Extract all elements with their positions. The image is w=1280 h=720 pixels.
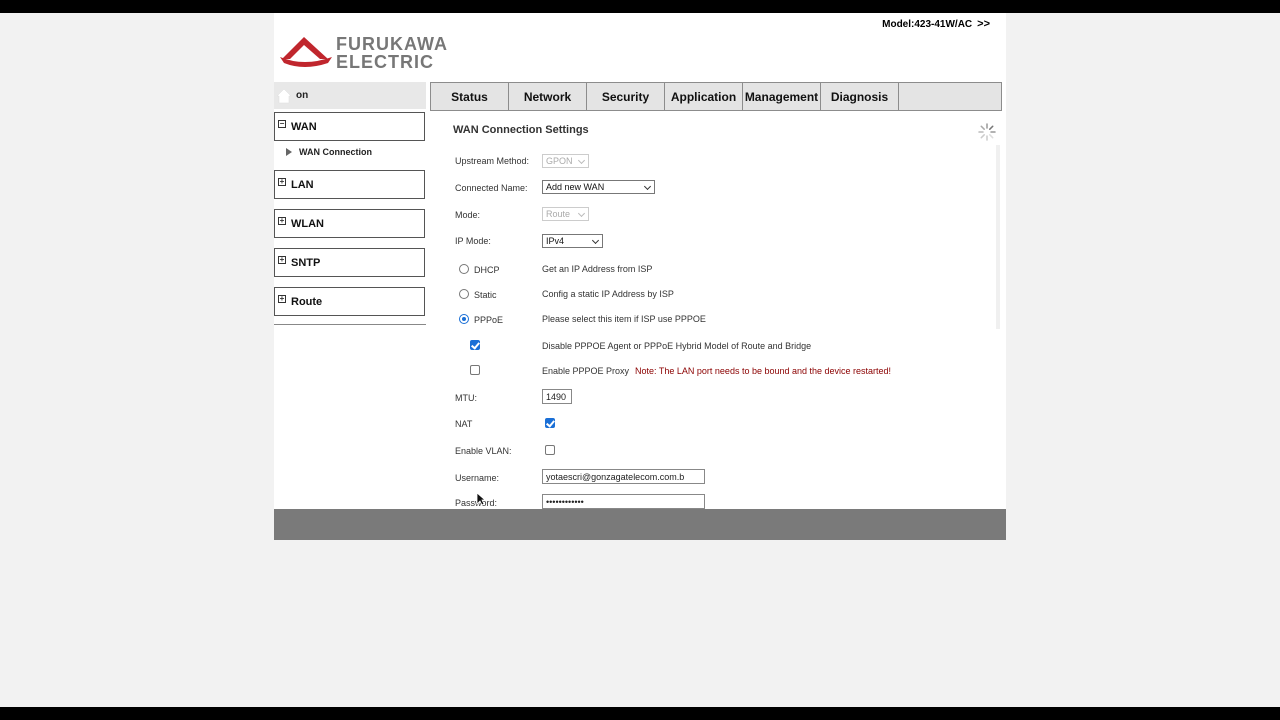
mode-label: Mode: [455,210,481,220]
chevron-down-icon [591,236,600,245]
mode-select: Route [542,207,589,221]
triangle-right-icon [286,148,292,156]
enable-pppoe-proxy-text: Enable PPPOE Proxy [542,366,630,376]
plus-box-icon: + [278,216,286,225]
top-black-bar [0,0,1280,13]
proxy-note: Note: The LAN port needs to be bound and… [635,366,892,376]
tab-application[interactable]: Application [665,83,743,110]
chevron-down-icon [577,209,586,218]
scrollbar[interactable] [996,145,1000,329]
nat-checkbox[interactable] [545,418,555,428]
router-admin-page: FURUKAWA ELECTRIC Model:423-41W/AC >> on … [274,13,1006,540]
sidebar-item-wlan[interactable]: + WLAN [274,209,425,238]
pppoe-label: PPPoE [474,315,504,325]
plus-box-icon: + [278,255,286,264]
bottom-black-bar [0,707,1280,720]
footer-bar [274,509,1006,540]
pppoe-radio[interactable] [459,314,469,324]
tab-status[interactable]: Status [431,83,509,110]
dhcp-label: DHCP [474,265,500,275]
sidebar-subitem-wan-connection[interactable]: WAN Connection [286,147,372,157]
nat-label: NAT [455,419,473,429]
tab-management[interactable]: Management [743,83,821,110]
logo-mark-icon [280,37,332,67]
sidebar-item-route[interactable]: + Route [274,287,425,316]
sidebar-header: on [274,82,426,109]
dhcp-description: Get an IP Address from ISP [542,264,653,274]
password-input[interactable]: •••••••••••• [542,494,705,509]
furukawa-logo: FURUKAWA ELECTRIC [278,33,458,73]
sidebar-item-label: LAN [291,179,314,191]
sidebar-item-label: Route [291,296,323,308]
sidebar-header-label: on [296,90,309,101]
upstream-method-select: GPON [542,154,589,168]
home-icon[interactable] [276,88,292,104]
mtu-label: MTU: [455,393,477,403]
enable-pppoe-proxy-checkbox[interactable] [470,365,480,375]
enable-pppoe-proxy-label: Enable PPPOE Proxy Note: The LAN port nee… [542,366,891,376]
mouse-cursor-icon [476,492,486,506]
static-label: Static [474,290,497,300]
connected-name-select[interactable]: Add new WAN [542,180,655,194]
model-text: Model:423-41W/AC [882,19,973,30]
connected-name-label: Connected Name: [455,183,528,193]
mtu-input[interactable]: 1490 [542,389,572,404]
sidebar-item-label: WLAN [291,218,324,230]
ip-mode-select[interactable]: IPv4 [542,234,603,248]
ip-mode-value: IPv4 [546,236,565,246]
username-label: Username: [455,473,500,483]
static-radio[interactable] [459,289,469,299]
enable-vlan-checkbox[interactable] [545,445,555,455]
tab-diagnosis[interactable]: Diagnosis [821,83,899,110]
brand-line-1: FURUKAWA [336,34,448,54]
disable-pppoe-agent-label: Disable PPPOE Agent or PPPoE Hybrid Mode… [542,341,812,351]
sidebar-divider [274,324,426,325]
plus-box-icon: + [278,294,286,303]
mode-value: Route [546,209,571,219]
connected-name-value: Add new WAN [546,182,605,192]
sidebar-item-lan[interactable]: + LAN [274,170,425,199]
model-label: Model:423-41W/AC >> [882,18,990,30]
upstream-method-label: Upstream Method: [455,156,530,166]
wan-settings-panel: WAN Connection Settings Upstream Method:… [430,111,1002,509]
username-input[interactable]: yotaescri@gonzagatelecom.com.b [542,469,705,484]
enable-vlan-label: Enable VLAN: [455,446,512,456]
upstream-method-value: GPON [546,156,573,166]
chevron-down-icon [643,182,652,191]
disable-pppoe-agent-checkbox[interactable] [470,340,480,350]
static-description: Config a static IP Address by ISP [542,289,674,299]
tab-network[interactable]: Network [509,83,587,110]
main-nav: Status Network Security Application Mana… [430,82,1002,111]
pppoe-description: Please select this item if ISP use PPPOE [542,314,706,324]
tab-security[interactable]: Security [587,83,665,110]
dhcp-radio[interactable] [459,264,469,274]
sidebar-item-sntp[interactable]: + SNTP [274,248,425,277]
sidebar-subitem-label: WAN Connection [299,147,372,157]
plus-box-icon: + [278,177,286,186]
brand-line-2: ELECTRIC [336,52,434,72]
loading-spinner-icon [978,123,996,141]
ip-mode-label: IP Mode: [455,236,491,246]
chevron-down-icon [577,156,586,165]
minus-box-icon: − [278,119,286,128]
sidebar-item-label: WAN [291,121,317,133]
model-expand-arrow[interactable]: >> [977,18,990,30]
sidebar-item-wan[interactable]: − WAN [274,112,425,141]
sidebar-item-label: SNTP [291,257,321,269]
page-title: WAN Connection Settings [453,124,589,136]
